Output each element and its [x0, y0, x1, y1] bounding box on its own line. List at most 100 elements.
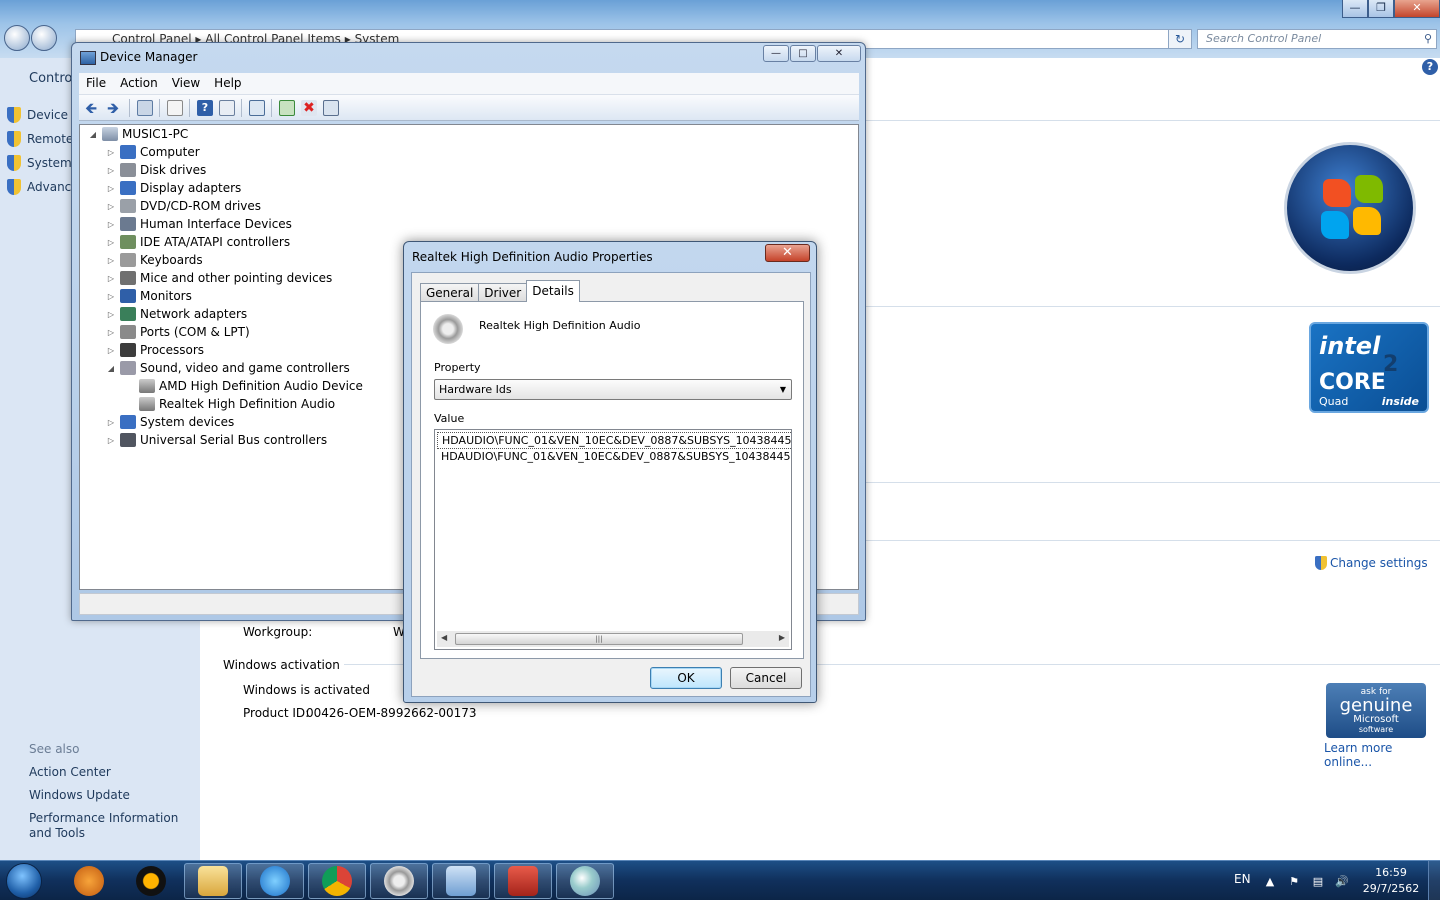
clock[interactable]: 16:59 29/7/2562 — [1362, 865, 1420, 897]
back-arrow-icon[interactable]: 🡸 — [85, 100, 101, 116]
close-button[interactable]: ✕ — [765, 244, 810, 262]
property-select[interactable]: Hardware Ids ▼ — [434, 379, 792, 400]
change-settings-link[interactable]: Change settings — [1315, 556, 1428, 570]
menu-view[interactable]: View — [165, 73, 207, 93]
tree-category[interactable]: ▷ Processors — [106, 341, 204, 359]
see-also-windows-update[interactable]: Windows Update — [29, 788, 194, 803]
scrollbar-thumb[interactable]: ||| — [455, 633, 743, 645]
see-also-performance[interactable]: Performance Information and Tools — [29, 811, 194, 841]
tab-details[interactable]: Details — [526, 280, 580, 302]
maximize-button[interactable]: □ — [790, 45, 816, 62]
maximize-button[interactable]: ❐ — [1368, 0, 1394, 18]
expand-icon[interactable]: ▷ — [106, 256, 116, 265]
action-view-icon[interactable] — [219, 100, 235, 116]
see-also-action-center[interactable]: Action Center — [29, 765, 194, 780]
taskbar-app-toolbox[interactable] — [494, 863, 552, 899]
chevron-up-icon[interactable]: ▲ — [1263, 875, 1277, 888]
tree-category[interactable]: ▷ Ports (COM & LPT) — [106, 323, 250, 341]
tab-general[interactable]: General — [420, 283, 480, 302]
collapse-icon[interactable]: ◢ — [106, 364, 116, 373]
volume-icon[interactable]: 🔊 — [1335, 875, 1349, 888]
taskbar-app-paint[interactable] — [556, 863, 614, 899]
genuine-microsoft-badge[interactable]: ask for genuine Microsoft software — [1326, 683, 1426, 738]
update-driver-icon[interactable] — [279, 100, 295, 116]
tree-category[interactable]: ▷ Keyboards — [106, 251, 203, 269]
taskbar-app-sound[interactable] — [370, 863, 428, 899]
show-hide-tree-icon[interactable] — [137, 100, 153, 116]
tree-category[interactable]: ◢ Sound, video and game controllers — [106, 359, 350, 377]
collapse-icon[interactable]: ◢ — [88, 130, 98, 139]
taskbar-app-explorer[interactable] — [184, 863, 242, 899]
back-button[interactable] — [4, 25, 30, 51]
expand-icon[interactable]: ▷ — [106, 418, 116, 427]
value-list[interactable]: HDAUDIO\FUNC_01&VEN_10EC&DEV_0887&SUBSYS… — [434, 429, 792, 650]
expand-icon[interactable]: ▷ — [106, 346, 116, 355]
expand-icon[interactable]: ▷ — [106, 328, 116, 337]
show-desktop-button[interactable] — [1428, 861, 1440, 900]
expand-icon[interactable]: ▷ — [106, 292, 116, 301]
scroll-left-icon[interactable]: ◀ — [441, 633, 447, 642]
tree-root[interactable]: ◢ MUSIC1-PC — [88, 125, 188, 143]
taskbar-app-chrome[interactable] — [308, 863, 366, 899]
list-item[interactable]: HDAUDIO\FUNC_01&VEN_10EC&DEV_0887&SUBSYS… — [437, 449, 791, 464]
left-link-remote-settings[interactable]: Remote — [7, 131, 73, 147]
tree-device[interactable]: Realtek High Definition Audio — [139, 395, 335, 413]
expand-icon[interactable]: ▷ — [106, 436, 116, 445]
tree-category[interactable]: ▷ System devices — [106, 413, 234, 431]
help-icon[interactable]: ? — [197, 100, 213, 116]
taskbar-app-control-panel[interactable] — [432, 863, 490, 899]
expand-icon[interactable]: ▷ — [106, 274, 116, 283]
tree-category[interactable]: ▷ Human Interface Devices — [106, 215, 292, 233]
tree-category[interactable]: ▷ Universal Serial Bus controllers — [106, 431, 327, 449]
menu-file[interactable]: File — [79, 73, 113, 93]
help-icon[interactable]: ? — [1422, 59, 1438, 75]
left-link-system-protection[interactable]: System — [7, 155, 72, 171]
expand-icon[interactable]: ▷ — [106, 220, 116, 229]
tree-category[interactable]: ▷ Mice and other pointing devices — [106, 269, 332, 287]
network-icon[interactable]: ▤ — [1311, 875, 1325, 888]
horizontal-scrollbar[interactable]: ◀ ||| ▶ — [437, 631, 789, 647]
taskbar-app-hand[interactable] — [60, 863, 118, 899]
menu-action[interactable]: Action — [113, 73, 165, 93]
expand-icon[interactable]: ▷ — [106, 148, 116, 157]
tree-category[interactable]: ▷ DVD/CD-ROM drives — [106, 197, 261, 215]
cancel-button[interactable]: Cancel — [730, 667, 802, 689]
close-button[interactable]: ✕ — [817, 45, 861, 62]
tree-category[interactable]: ▷ Computer — [106, 143, 200, 161]
expand-icon[interactable]: ▷ — [106, 166, 116, 175]
tree-category[interactable]: ▷ Monitors — [106, 287, 192, 305]
scroll-right-icon[interactable]: ▶ — [779, 633, 785, 642]
tree-device[interactable]: AMD High Definition Audio Device — [139, 377, 363, 395]
action-center-flag-icon[interactable]: ⚑ — [1287, 875, 1301, 888]
minimize-button[interactable]: — — [763, 45, 789, 62]
chevron-down-icon[interactable]: ▼ — [780, 380, 786, 399]
taskbar-app-ie[interactable] — [246, 863, 304, 899]
uninstall-icon[interactable]: ✖ — [301, 100, 317, 116]
tree-category[interactable]: ▷ Network adapters — [106, 305, 247, 323]
tree-category[interactable]: ▷ Disk drives — [106, 161, 206, 179]
tree-category[interactable]: ▷ Display adapters — [106, 179, 241, 197]
expand-icon[interactable]: ▷ — [106, 184, 116, 193]
tab-driver[interactable]: Driver — [478, 283, 528, 302]
ok-button[interactable]: OK — [650, 667, 722, 689]
menu-help[interactable]: Help — [207, 73, 248, 93]
expand-icon[interactable]: ▷ — [106, 238, 116, 247]
properties-icon[interactable] — [167, 100, 183, 116]
search-icon[interactable]: ⚲ — [1424, 30, 1432, 48]
left-link-advanced-settings[interactable]: Advanc — [7, 179, 71, 195]
search-input[interactable]: Search Control Panel ⚲ — [1197, 29, 1437, 49]
refresh-icon[interactable]: ↻ — [1168, 29, 1192, 49]
learn-more-link[interactable]: Learn more online... — [1324, 741, 1440, 769]
expand-icon[interactable]: ▷ — [106, 310, 116, 319]
scan-hardware-icon[interactable] — [249, 100, 265, 116]
disable-device-icon[interactable] — [323, 100, 339, 116]
minimize-button[interactable]: — — [1342, 0, 1368, 18]
close-button[interactable]: ✕ — [1394, 0, 1440, 18]
left-pane-title[interactable]: Control — [29, 71, 76, 86]
forward-button[interactable] — [31, 25, 57, 51]
forward-arrow-icon[interactable]: 🡺 — [107, 100, 123, 116]
expand-icon[interactable]: ▷ — [106, 202, 116, 211]
start-button[interactable] — [6, 863, 42, 899]
taskbar-app-avast[interactable] — [122, 863, 180, 899]
language-indicator[interactable]: EN — [1234, 872, 1251, 886]
